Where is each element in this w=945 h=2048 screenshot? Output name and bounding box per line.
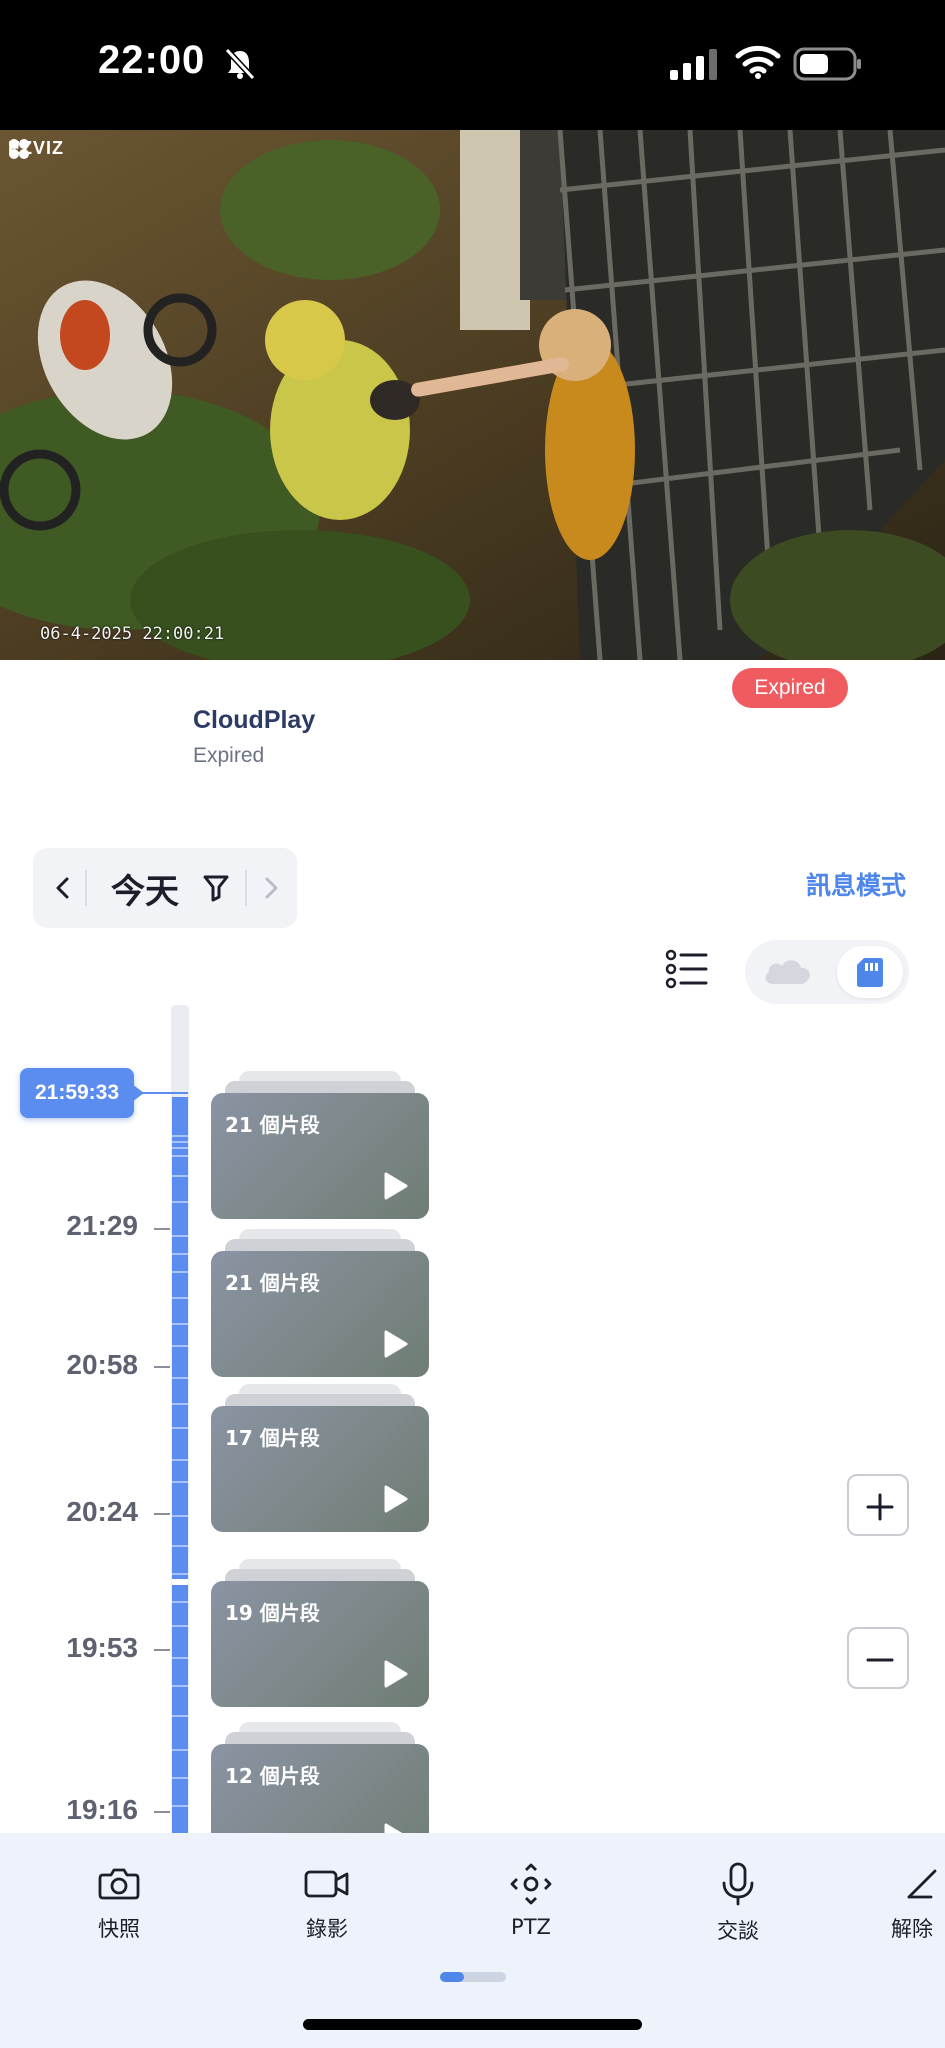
current-time-marker[interactable]: 21:59:33 [20,1068,134,1118]
clip-count-label: 19 個片段 [225,1601,320,1625]
timeline-tick-label: 20:24 [66,1496,138,1527]
snapshot-button[interactable]: 快照 [64,1861,174,1943]
cloud-storage-icon[interactable] [759,950,817,994]
clip-thumbnail: 17 個片段 [211,1406,429,1532]
timeline-tick-label: 19:53 [66,1632,138,1663]
cloudplay-status: Expired [193,744,265,767]
app-screen: 22:00 EZVIZ 06-4-2025 22:00:21 Expired C… [0,0,945,2048]
filter-icon[interactable] [197,868,235,906]
date-label[interactable]: 今天 [111,864,179,913]
sd-card-icon [857,958,883,987]
ptz-icon [510,1863,552,1905]
clip-thumbnail: 19 個片段 [211,1581,429,1707]
play-icon [384,1172,408,1200]
clip-group-card[interactable]: 21 個片段 [211,1229,429,1377]
home-indicator[interactable] [303,2019,642,2030]
clip-count-label: 21 個片段 [225,1271,320,1295]
clip-count-label: 12 個片段 [225,1764,320,1788]
clip-count-label: 21 個片段 [225,1113,320,1137]
record-button[interactable]: 錄影 [272,1861,382,1943]
unlock-icon [907,1869,937,1899]
unlock-label: 解除 [891,1917,933,1941]
talk-label: 交談 [717,1919,759,1943]
toolbar-page-indicator[interactable] [440,1972,506,1982]
status-time: 22:00 [98,38,206,82]
timeline-tick [154,1228,170,1230]
timeline-tick-label: 20:58 [66,1349,138,1380]
date-divider [245,870,247,906]
battery-icon [793,47,861,81]
timeline-tick-label: 19:16 [66,1794,138,1825]
chevron-left-icon[interactable] [41,866,85,910]
wifi-icon [735,45,781,79]
ezviz-logo-icon [9,139,29,159]
camera-live-video[interactable]: EZVIZ 06-4-2025 22:00:21 [0,130,945,660]
bottom-toolbar: 快照 錄影 PTZ 交談 解除 [0,1833,945,2048]
chevron-right-icon[interactable] [249,866,293,910]
date-navigator: 今天 [33,848,297,928]
clip-count-label: 17 個片段 [225,1426,320,1450]
clip-group-card[interactable]: 17 個片段 [211,1384,429,1532]
timeline-recording-bars [172,1097,188,1833]
play-icon [384,1330,408,1358]
storage-source-toggle [745,940,909,1004]
bell-muted-icon [224,47,256,81]
timeline-tick [154,1366,170,1368]
page-indicator-active [440,1972,464,1982]
clip-thumbnail: 21 個片段 [211,1093,429,1219]
clip-group-card[interactable]: 21 個片段 [211,1071,429,1219]
clip-thumbnail: 21 個片段 [211,1251,429,1377]
timeline-tick-label: 21:29 [66,1210,138,1241]
microphone-icon [722,1862,754,1906]
expired-badge[interactable]: Expired [732,668,848,708]
status-bar: 22:00 [0,0,945,130]
record-label: 錄影 [306,1917,348,1941]
snapshot-label: 快照 [98,1917,140,1941]
ptz-button[interactable]: PTZ [476,1861,586,1939]
timeline-tick [154,1513,170,1515]
timeline-tick [154,1811,170,1813]
timeline-track[interactable] [171,1005,189,1833]
cloudplay-title[interactable]: CloudPlay [193,706,315,735]
play-icon [384,1485,408,1513]
cellular-signal-icon [670,49,717,80]
zoom-out-button[interactable] [847,1627,909,1689]
timeline-tick [154,1649,170,1651]
play-icon [384,1660,408,1688]
video-camera-icon [304,1870,349,1898]
clip-group-card[interactable]: 19 個片段 [211,1559,429,1707]
minus-icon [866,1658,894,1662]
message-mode-link[interactable]: 訊息模式 [806,866,906,902]
ezviz-logo: EZVIZ [8,138,64,159]
video-timestamp: 06-4-2025 22:00:21 [40,624,225,644]
video-frame-image [0,130,945,660]
date-divider [85,870,87,906]
list-view-icon[interactable] [664,946,710,992]
plus-icon [866,1493,894,1521]
zoom-in-button[interactable] [847,1474,909,1536]
sd-card-option[interactable] [837,946,903,998]
current-time-line [140,1092,188,1094]
ptz-label: PTZ [511,1915,551,1939]
camera-icon [98,1868,140,1900]
talk-button[interactable]: 交談 [683,1861,793,1945]
unlock-button[interactable]: 解除 [891,1861,945,1943]
